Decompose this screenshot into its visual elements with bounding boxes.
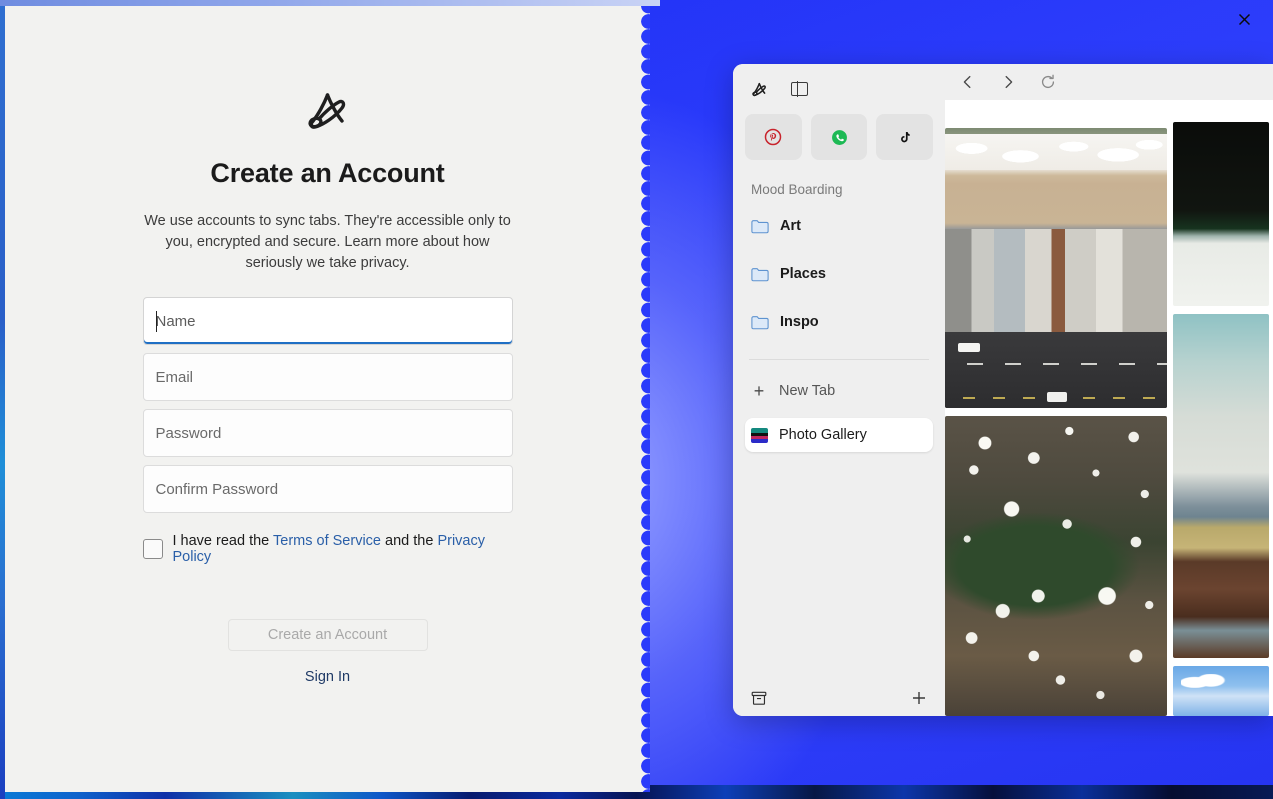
consent-text: I have read the Terms of Service and the… bbox=[173, 533, 513, 565]
confirm-password-field[interactable] bbox=[142, 465, 513, 514]
new-tab-button[interactable]: + New Tab bbox=[745, 374, 933, 408]
new-tab-label: New Tab bbox=[779, 383, 836, 399]
password-field[interactable] bbox=[142, 409, 513, 458]
create-account-panel: Create an Account We use accounts to syn… bbox=[5, 0, 657, 799]
photo-detail-houses bbox=[945, 228, 1167, 333]
arrow-left-icon[interactable] bbox=[959, 73, 977, 91]
gallery-column-main bbox=[945, 100, 1167, 716]
folder-icon bbox=[751, 220, 769, 234]
sidebar-folder-art[interactable]: Art bbox=[745, 209, 933, 243]
sidebar-divider bbox=[749, 359, 929, 360]
photo-gallery-favicon bbox=[751, 427, 768, 443]
arc-browser-window: Mood Boarding Art Places Inspo + New Tab… bbox=[733, 64, 1273, 716]
arc-mini-logo-icon[interactable] bbox=[750, 81, 769, 98]
page-title: Create an Account bbox=[210, 158, 445, 188]
photo-detail-car bbox=[1047, 392, 1068, 403]
screen: Create an Account We use accounts to syn… bbox=[0, 0, 1273, 799]
folder-label: Inspo bbox=[780, 314, 819, 330]
name-input[interactable] bbox=[155, 312, 500, 330]
tab-photo-gallery[interactable]: Photo Gallery bbox=[745, 418, 933, 452]
sidebar-toolbar bbox=[745, 74, 933, 104]
folder-icon bbox=[751, 316, 769, 330]
reload-icon[interactable] bbox=[1039, 73, 1057, 91]
folder-list: Art Places Inspo bbox=[745, 209, 933, 353]
add-tab-icon[interactable] bbox=[911, 690, 927, 706]
folder-icon bbox=[751, 268, 769, 282]
window-left-edge bbox=[0, 0, 5, 799]
whatsapp-icon bbox=[831, 129, 847, 145]
archive-icon[interactable] bbox=[751, 691, 767, 706]
sidebar-footer bbox=[745, 690, 933, 706]
signup-form: Create an Account We use accounts to syn… bbox=[5, 6, 650, 792]
browser-sidebar: Mood Boarding Art Places Inspo + New Tab… bbox=[733, 64, 945, 716]
name-field[interactable] bbox=[142, 297, 513, 346]
create-account-button[interactable]: Create an Account bbox=[227, 619, 428, 652]
email-input[interactable] bbox=[155, 368, 500, 386]
photo-detail-cloud bbox=[1180, 673, 1227, 688]
password-input[interactable] bbox=[155, 424, 500, 442]
form-fields bbox=[142, 297, 513, 521]
gallery-column-side bbox=[1173, 100, 1269, 716]
arrow-right-icon[interactable] bbox=[999, 73, 1017, 91]
tab-label: Photo Gallery bbox=[779, 427, 867, 443]
consent-row: I have read the Terms of Service and the… bbox=[142, 533, 513, 565]
pinned-tiktok[interactable] bbox=[876, 114, 934, 160]
navigation-bar bbox=[945, 64, 1273, 100]
photo-gallery bbox=[945, 100, 1273, 716]
photo-atrium-globe-lights[interactable] bbox=[945, 415, 1167, 716]
photo-detail-lights bbox=[945, 415, 1167, 716]
sidebar-folder-inspo[interactable]: Inspo bbox=[745, 305, 933, 339]
email-field[interactable] bbox=[142, 353, 513, 402]
pinned-shortcuts bbox=[745, 114, 934, 160]
sidebar-panel-icon[interactable] bbox=[791, 81, 808, 97]
close-window-button[interactable] bbox=[1233, 8, 1255, 30]
terms-of-service-link[interactable]: Terms of Service bbox=[273, 533, 381, 549]
consent-middle: and the bbox=[381, 533, 438, 550]
photo-dark-snow-landscape[interactable] bbox=[1173, 122, 1269, 306]
pinned-pinterest[interactable] bbox=[745, 114, 802, 160]
confirm-password-input[interactable] bbox=[155, 480, 500, 498]
photo-blue-sky-clouds[interactable] bbox=[1173, 665, 1269, 716]
pinned-whatsapp[interactable] bbox=[810, 114, 868, 160]
sign-in-link[interactable]: Sign In bbox=[305, 669, 350, 685]
close-icon bbox=[1238, 13, 1250, 25]
photo-aerial-beach-houses[interactable] bbox=[945, 128, 1167, 408]
consent-prefix: I have read the bbox=[172, 533, 274, 550]
tiktok-icon bbox=[901, 131, 910, 142]
space-title: Mood Boarding bbox=[751, 182, 843, 197]
window-top-edge bbox=[0, 0, 660, 6]
arc-logo-icon bbox=[307, 93, 345, 129]
photo-desert-deck-view[interactable] bbox=[1173, 313, 1269, 658]
photo-detail-car bbox=[958, 342, 981, 352]
consent-checkbox[interactable] bbox=[142, 539, 163, 560]
folder-label: Art bbox=[780, 218, 801, 234]
browser-content bbox=[945, 64, 1273, 716]
pinterest-icon bbox=[765, 128, 782, 146]
plus-icon: + bbox=[753, 381, 765, 401]
page-subtitle: We use accounts to sync tabs. They're ac… bbox=[144, 213, 511, 272]
sidebar-folder-places[interactable]: Places bbox=[745, 257, 933, 291]
folder-label: Places bbox=[780, 266, 826, 282]
text-caret bbox=[155, 311, 157, 333]
photo-detail-surf bbox=[945, 133, 1167, 170]
